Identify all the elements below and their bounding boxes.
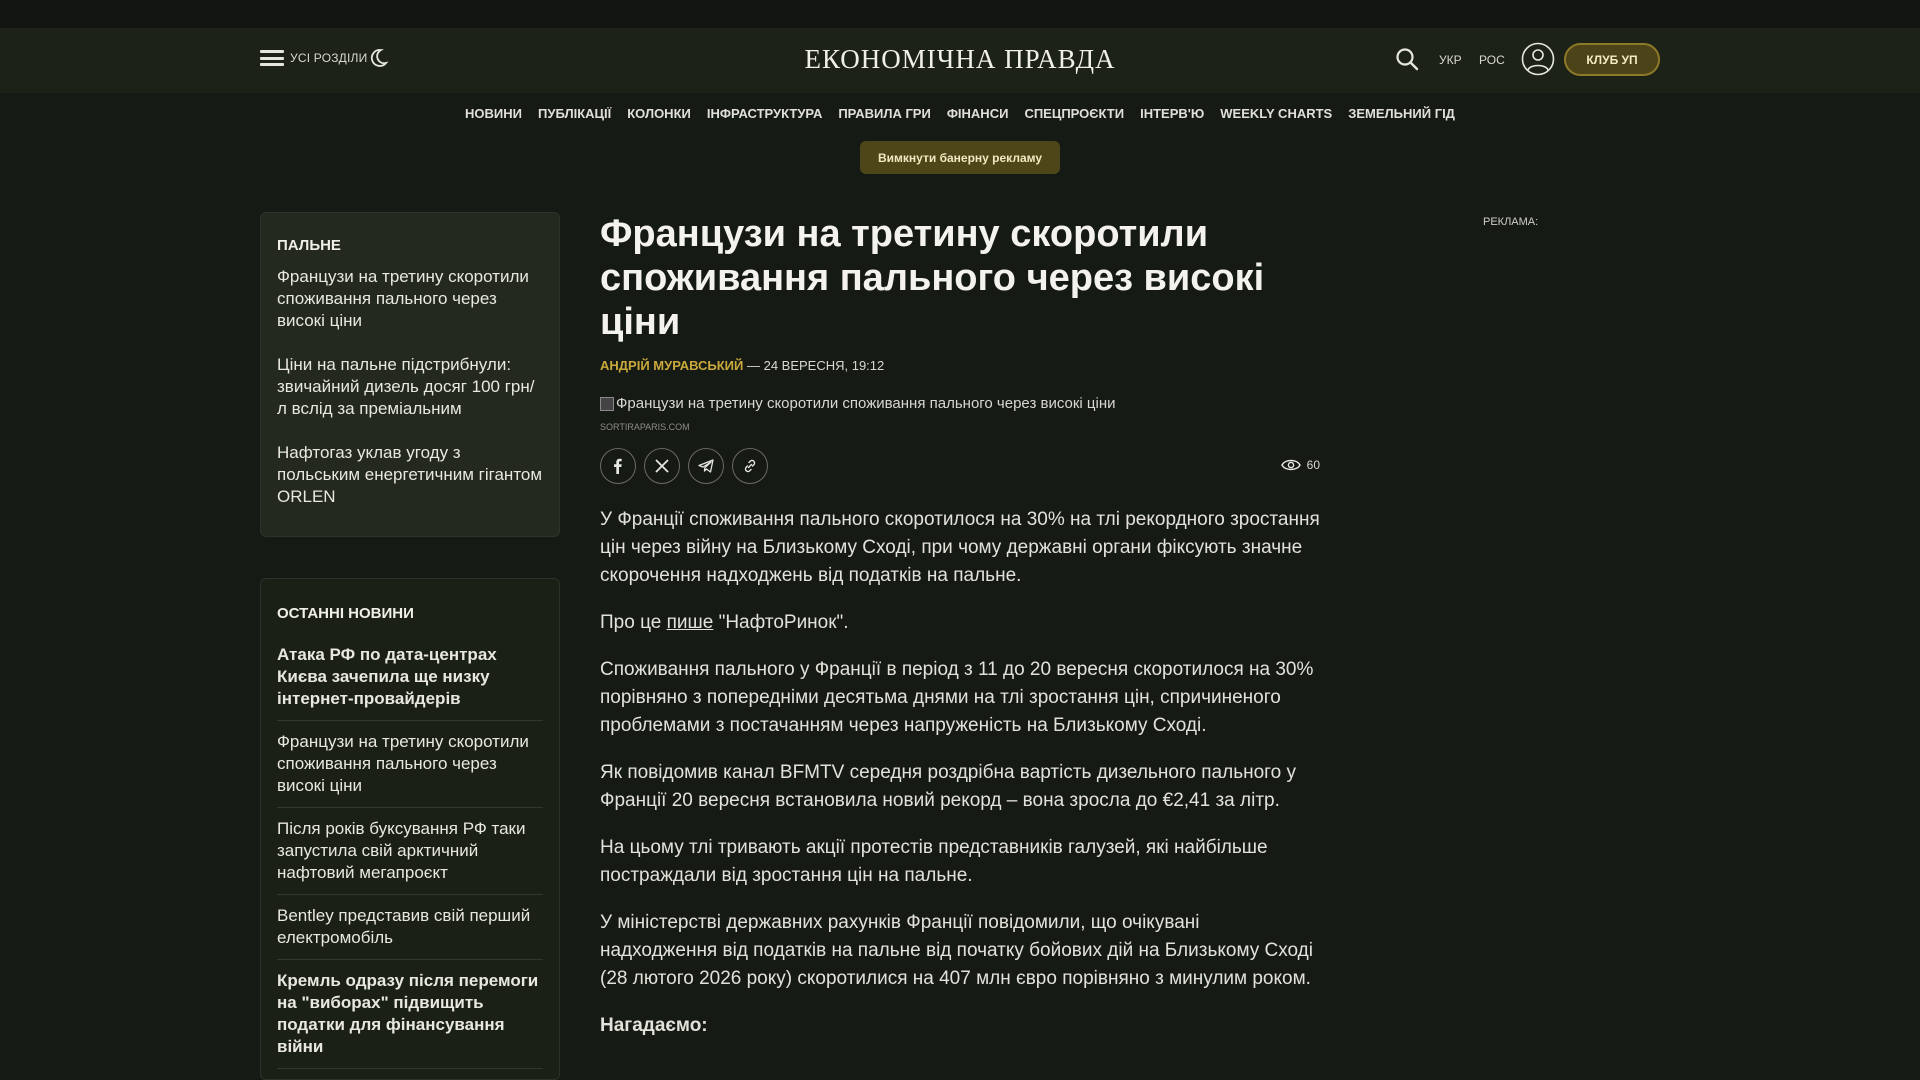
site-logo[interactable]: ЕКОНОМІЧНА ПРАВДА (804, 44, 1115, 74)
view-count: 60 (1306, 458, 1320, 472)
nav-item-weekly-charts[interactable]: WEEKLY CHARTS (1220, 106, 1332, 121)
nav-item-columns[interactable]: КОЛОНКИ (627, 106, 691, 121)
article-paragraph: Як повідомив канал BFMTV середня роздріб… (600, 762, 1297, 811)
link-icon (744, 459, 756, 473)
paragraph-text: Про це (600, 612, 667, 633)
share-x-button[interactable] (644, 448, 680, 484)
all-sections-button[interactable]: УСІ РОЗДІЛИ (260, 50, 367, 66)
article-headline: Французи на третину скоротили споживання… (600, 213, 1265, 343)
latest-news-item[interactable]: Атака РФ по дата-центрах Києва зачепила … (277, 634, 543, 721)
fuel-link[interactable]: Ціни на пальне підстрибнули: звичайний д… (277, 354, 543, 420)
menu-icon (260, 50, 284, 66)
share-facebook-button[interactable] (600, 448, 636, 484)
x-icon (655, 459, 669, 473)
share-telegram-button[interactable] (688, 448, 724, 484)
latest-news-item[interactable]: Bentley представив свій перший електромо… (277, 895, 543, 960)
lang-ros-link[interactable]: РОС (1479, 53, 1505, 67)
lang-ukr-link[interactable]: УКР (1439, 53, 1462, 67)
club-up-button[interactable]: КЛУБ УП (1564, 43, 1660, 76)
paragraph-text: "НафтоРинок". (713, 612, 849, 633)
nav-item-rules[interactable]: ПРАВИЛА ГРИ (838, 106, 931, 121)
article-body: У Франції споживання пального скоротилос… (600, 506, 1320, 1040)
nav-item-publications[interactable]: ПУБЛІКАЦІЇ (538, 106, 611, 121)
latest-news-item[interactable]: Кремль одразу після перемоги на "виборах… (277, 960, 543, 1069)
article-image-alt: Французи на третину скоротили споживання… (616, 395, 1116, 412)
fuel-box-title[interactable]: ПАЛЬНЕ (277, 237, 543, 254)
source-link[interactable]: пише (667, 612, 714, 633)
latest-news-item[interactable]: Після років буксування РФ таки запустила… (277, 808, 543, 895)
ad-label: РЕКЛАМА: (1483, 216, 1539, 228)
nav-item-infrastructure[interactable]: ІНФРАСТРУКТУРА (707, 106, 822, 121)
facebook-icon (614, 458, 622, 474)
share-row: 60 (600, 448, 1320, 484)
article-paragraph: Про це пише "НафтоРинок". (600, 609, 1320, 637)
nav-item-special-projects[interactable]: СПЕЦПРОЄКТИ (1024, 106, 1124, 121)
search-icon[interactable] (1394, 46, 1420, 72)
all-sections-label: УСІ РОЗДІЛИ (290, 51, 368, 65)
article: Французи на третину скоротили споживання… (600, 212, 1320, 1059)
article-byline: АНДРІЙ МУРАВСЬКИЙ — 24 ВЕРЕСНЯ, 19:12 (600, 358, 1320, 373)
reminder-heading: Нагадаємо: (600, 1015, 708, 1036)
site-header: УСІ РОЗДІЛИ ЕКОНОМІЧНА ПРАВДА УКР РОС КЛ… (0, 28, 1920, 93)
article-paragraph: Споживання пального у Франції в період з… (600, 659, 1314, 736)
nav-item-land-guide[interactable]: ЗЕМЕЛЬНИЙ ГІД (1348, 106, 1455, 121)
fuel-link[interactable]: Нафтогаз уклав угоду з польським енергет… (277, 442, 543, 508)
user-icon[interactable] (1521, 42, 1555, 76)
article-paragraph: У міністерстві державних рахунків Франці… (600, 912, 1313, 989)
copy-link-button[interactable] (732, 448, 768, 484)
fuel-link[interactable]: Французи на третину скоротили споживання… (277, 266, 543, 332)
eye-icon (1280, 459, 1301, 471)
broken-image-icon (600, 396, 614, 411)
image-source: SORTIRAPARIS.COM (600, 422, 690, 432)
author-link[interactable]: АНДРІЙ МУРАВСЬКИЙ (600, 358, 743, 373)
article-paragraph: У Франції споживання пального скоротилос… (600, 509, 1320, 586)
telegram-icon (698, 459, 714, 473)
article-image: Французи на третину скоротили споживання… (600, 395, 1320, 412)
main-nav: НОВИНИ ПУБЛІКАЦІЇ КОЛОНКИ ІНФРАСТРУКТУРА… (0, 93, 1920, 133)
top-strip (0, 0, 1920, 28)
view-counter: 60 (1280, 458, 1320, 472)
fuel-topic-box: ПАЛЬНЕ Французи на третину скоротили спо… (260, 212, 560, 537)
nav-item-news[interactable]: НОВИНИ (465, 106, 522, 121)
article-paragraph: На цьому тлі тривають акції протестів пр… (600, 837, 1268, 886)
article-date: — 24 ВЕРЕСНЯ, 19:12 (743, 358, 885, 373)
latest-news-title[interactable]: ОСТАННІ НОВИНИ (277, 605, 543, 622)
moon-icon[interactable] (366, 46, 390, 70)
latest-news-item[interactable]: Французи на третину скоротили споживання… (277, 721, 543, 808)
latest-news-box: ОСТАННІ НОВИНИ Атака РФ по дата-центрах … (260, 578, 560, 1080)
disable-banner-ads-button[interactable]: Вимкнути банерну рекламу (860, 141, 1060, 174)
nav-item-finance[interactable]: ФІНАНСИ (947, 106, 1009, 121)
nav-item-interview[interactable]: ІНТЕРВ'Ю (1140, 106, 1204, 121)
